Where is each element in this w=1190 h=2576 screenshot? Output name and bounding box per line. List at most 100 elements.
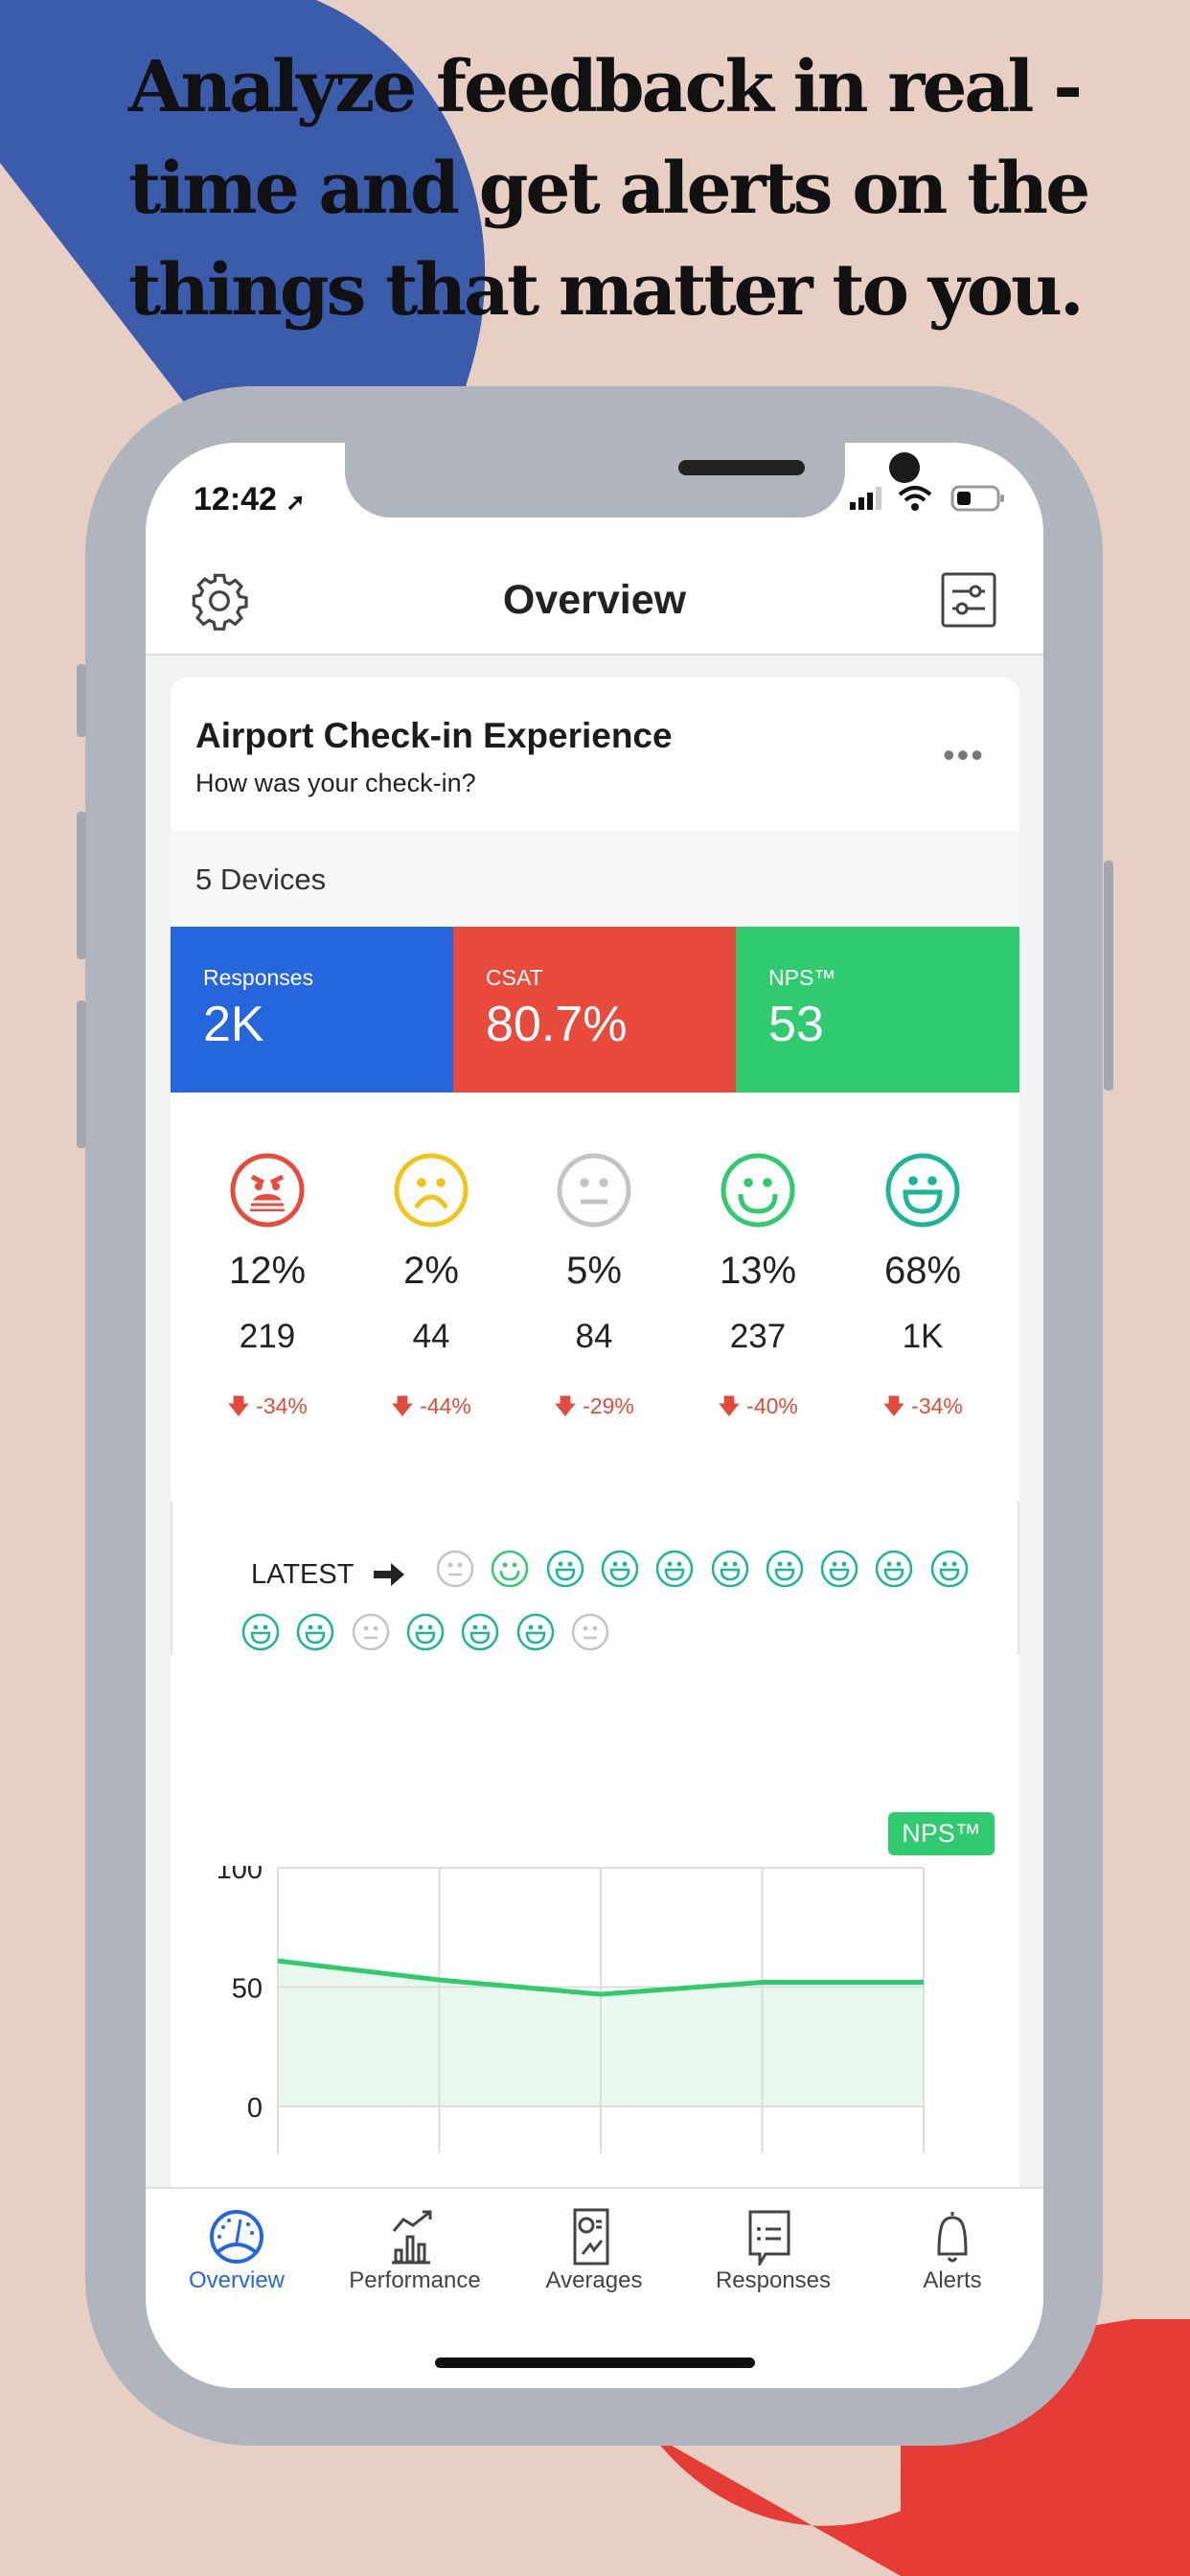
metric-label: CSAT <box>486 965 543 990</box>
filter-sliders-icon[interactable] <box>941 572 996 628</box>
tab-responses[interactable]: Responses <box>687 2189 859 2304</box>
volume-down-button <box>77 1000 86 1148</box>
y-tick-label: 0 <box>247 2093 263 2124</box>
tab-overview[interactable]: Overview <box>150 2189 323 2304</box>
latest-very-happy-face-icon[interactable] <box>820 1550 858 1593</box>
happy-face-icon <box>672 1152 844 1229</box>
tab-label: Averages <box>545 2267 643 2293</box>
home-indicator[interactable] <box>435 2358 755 2368</box>
arrow-right-icon <box>374 1563 404 1586</box>
battery-icon <box>950 485 1004 512</box>
rating-column-unhappy[interactable]: 2% 44 🡇 -44% <box>345 1152 517 1428</box>
change-value: -34% <box>256 1393 308 1418</box>
devices-row[interactable]: 5 Devices <box>171 831 1019 927</box>
power-button <box>1104 861 1113 1091</box>
latest-very-happy-face-icon[interactable] <box>601 1550 639 1593</box>
latest-very-happy-face-icon[interactable] <box>461 1613 499 1656</box>
tab-label: Performance <box>349 2267 481 2293</box>
very-unhappy-face-icon <box>181 1152 354 1229</box>
tab-alerts[interactable]: Alerts <box>866 2189 1039 2304</box>
volume-up-button <box>77 812 86 959</box>
mute-switch <box>77 664 86 737</box>
tab-label: Responses <box>715 2267 832 2293</box>
latest-neutral-face-icon[interactable] <box>352 1613 390 1656</box>
metric-value: 53 <box>768 997 824 1052</box>
latest-very-happy-face-icon[interactable] <box>655 1550 694 1593</box>
top-bar: 12:42 ➚ Overview <box>146 443 1043 656</box>
arrow-down-icon: 🡇 <box>227 1393 250 1418</box>
latest-responses: LATEST <box>171 1502 1019 1655</box>
rating-column-happy[interactable]: 13% 237 🡇 -40% <box>672 1152 844 1428</box>
camera <box>889 452 920 483</box>
rating-count: 44 <box>412 1318 450 1355</box>
rating-count: 219 <box>239 1318 296 1355</box>
bell-icon <box>937 2212 968 2263</box>
metric-csat[interactable]: CSAT 80.7% <box>453 927 736 1092</box>
rating-count: 84 <box>575 1318 613 1355</box>
unhappy-face-icon <box>345 1152 517 1229</box>
rating-column-very-unhappy[interactable]: 12% 219 🡇 -34% <box>181 1152 354 1428</box>
latest-very-happy-face-icon[interactable] <box>406 1613 445 1656</box>
status-time: 12:42 ➚ <box>194 481 306 518</box>
change-value: -29% <box>583 1393 634 1418</box>
headline: Analyze feedback in real -time and get a… <box>128 46 1090 332</box>
latest-very-happy-face-icon[interactable] <box>930 1550 969 1593</box>
chat-list-icon <box>748 2210 790 2266</box>
tab-performance[interactable]: Performance <box>329 2189 501 2304</box>
rating-percent: 2% <box>403 1250 459 1292</box>
latest-neutral-face-icon[interactable] <box>436 1550 474 1593</box>
notch <box>345 443 920 518</box>
latest-very-happy-face-icon[interactable] <box>516 1613 555 1656</box>
latest-very-happy-face-icon[interactable] <box>711 1550 749 1593</box>
tab-averages[interactable]: Averages <box>508 2189 680 2304</box>
rating-change: 🡇 -34% <box>836 1391 1009 1428</box>
metric-nps[interactable]: NPS™ 53 <box>736 927 1019 1092</box>
bar-chart-trend-icon <box>392 2210 432 2265</box>
speaker <box>678 460 805 475</box>
latest-very-happy-face-icon[interactable] <box>546 1550 584 1593</box>
latest-very-happy-face-icon[interactable] <box>766 1550 804 1593</box>
survey-title[interactable]: Airport Check-in Experience <box>195 716 673 756</box>
latest-very-happy-face-icon[interactable] <box>875 1550 913 1593</box>
rating-column-very-happy[interactable]: 68% 1K 🡇 -34% <box>836 1152 1009 1428</box>
rating-percent: 68% <box>883 1250 962 1292</box>
latest-happy-face-icon[interactable] <box>491 1550 529 1593</box>
rating-count: 237 <box>729 1318 787 1355</box>
arrow-down-icon: 🡇 <box>718 1393 741 1418</box>
location-arrow-icon: ➚ <box>286 490 306 516</box>
metric-value: 80.7% <box>486 997 628 1052</box>
wifi-icon <box>898 486 932 511</box>
nps-legend-badge[interactable]: NPS™ <box>888 1812 995 1855</box>
dashboard-gauge-icon <box>210 2210 263 2264</box>
change-value: -34% <box>911 1393 963 1418</box>
rating-column-neutral[interactable]: 5% 84 🡇 -29% <box>508 1152 680 1428</box>
arrow-down-icon: 🡇 <box>554 1393 577 1418</box>
metric-value: 2K <box>203 997 264 1052</box>
neutral-face-icon <box>508 1152 680 1229</box>
more-dots-icon[interactable]: ••• <box>943 735 985 775</box>
rating-change: 🡇 -29% <box>508 1391 680 1428</box>
survey-card: Airport Check-in Experience How was your… <box>171 678 1019 2388</box>
devices-count: 5 Devices <box>195 862 327 896</box>
latest-very-happy-face-icon[interactable] <box>296 1613 334 1656</box>
nps-chart: 100 50 0 <box>217 1866 925 2153</box>
tab-label: Overview <box>188 2267 286 2293</box>
arrow-down-icon: 🡇 <box>882 1393 905 1418</box>
rating-change: 🡇 -40% <box>672 1391 844 1428</box>
change-value: -40% <box>746 1393 798 1418</box>
metric-responses[interactable]: Responses 2K <box>171 927 453 1092</box>
latest-very-happy-face-icon[interactable] <box>241 1613 280 1656</box>
report-icon <box>573 2208 609 2266</box>
arrow-down-icon: 🡇 <box>391 1393 414 1418</box>
latest-neutral-face-icon[interactable] <box>571 1613 609 1656</box>
rating-percent: 5% <box>566 1250 622 1292</box>
tab-label: Alerts <box>923 2267 982 2293</box>
app-screen: 12:42 ➚ Overview Airport Check-in Experi… <box>146 443 1043 2388</box>
very-happy-face-icon <box>836 1152 1009 1229</box>
metric-label: Responses <box>203 965 314 990</box>
y-tick-label: 50 <box>232 1974 263 2005</box>
page-title: Overview <box>502 577 687 623</box>
y-tick-label: 100 <box>217 1866 263 1885</box>
rating-percent: 12% <box>228 1250 307 1292</box>
latest-label: LATEST <box>251 1559 355 1590</box>
